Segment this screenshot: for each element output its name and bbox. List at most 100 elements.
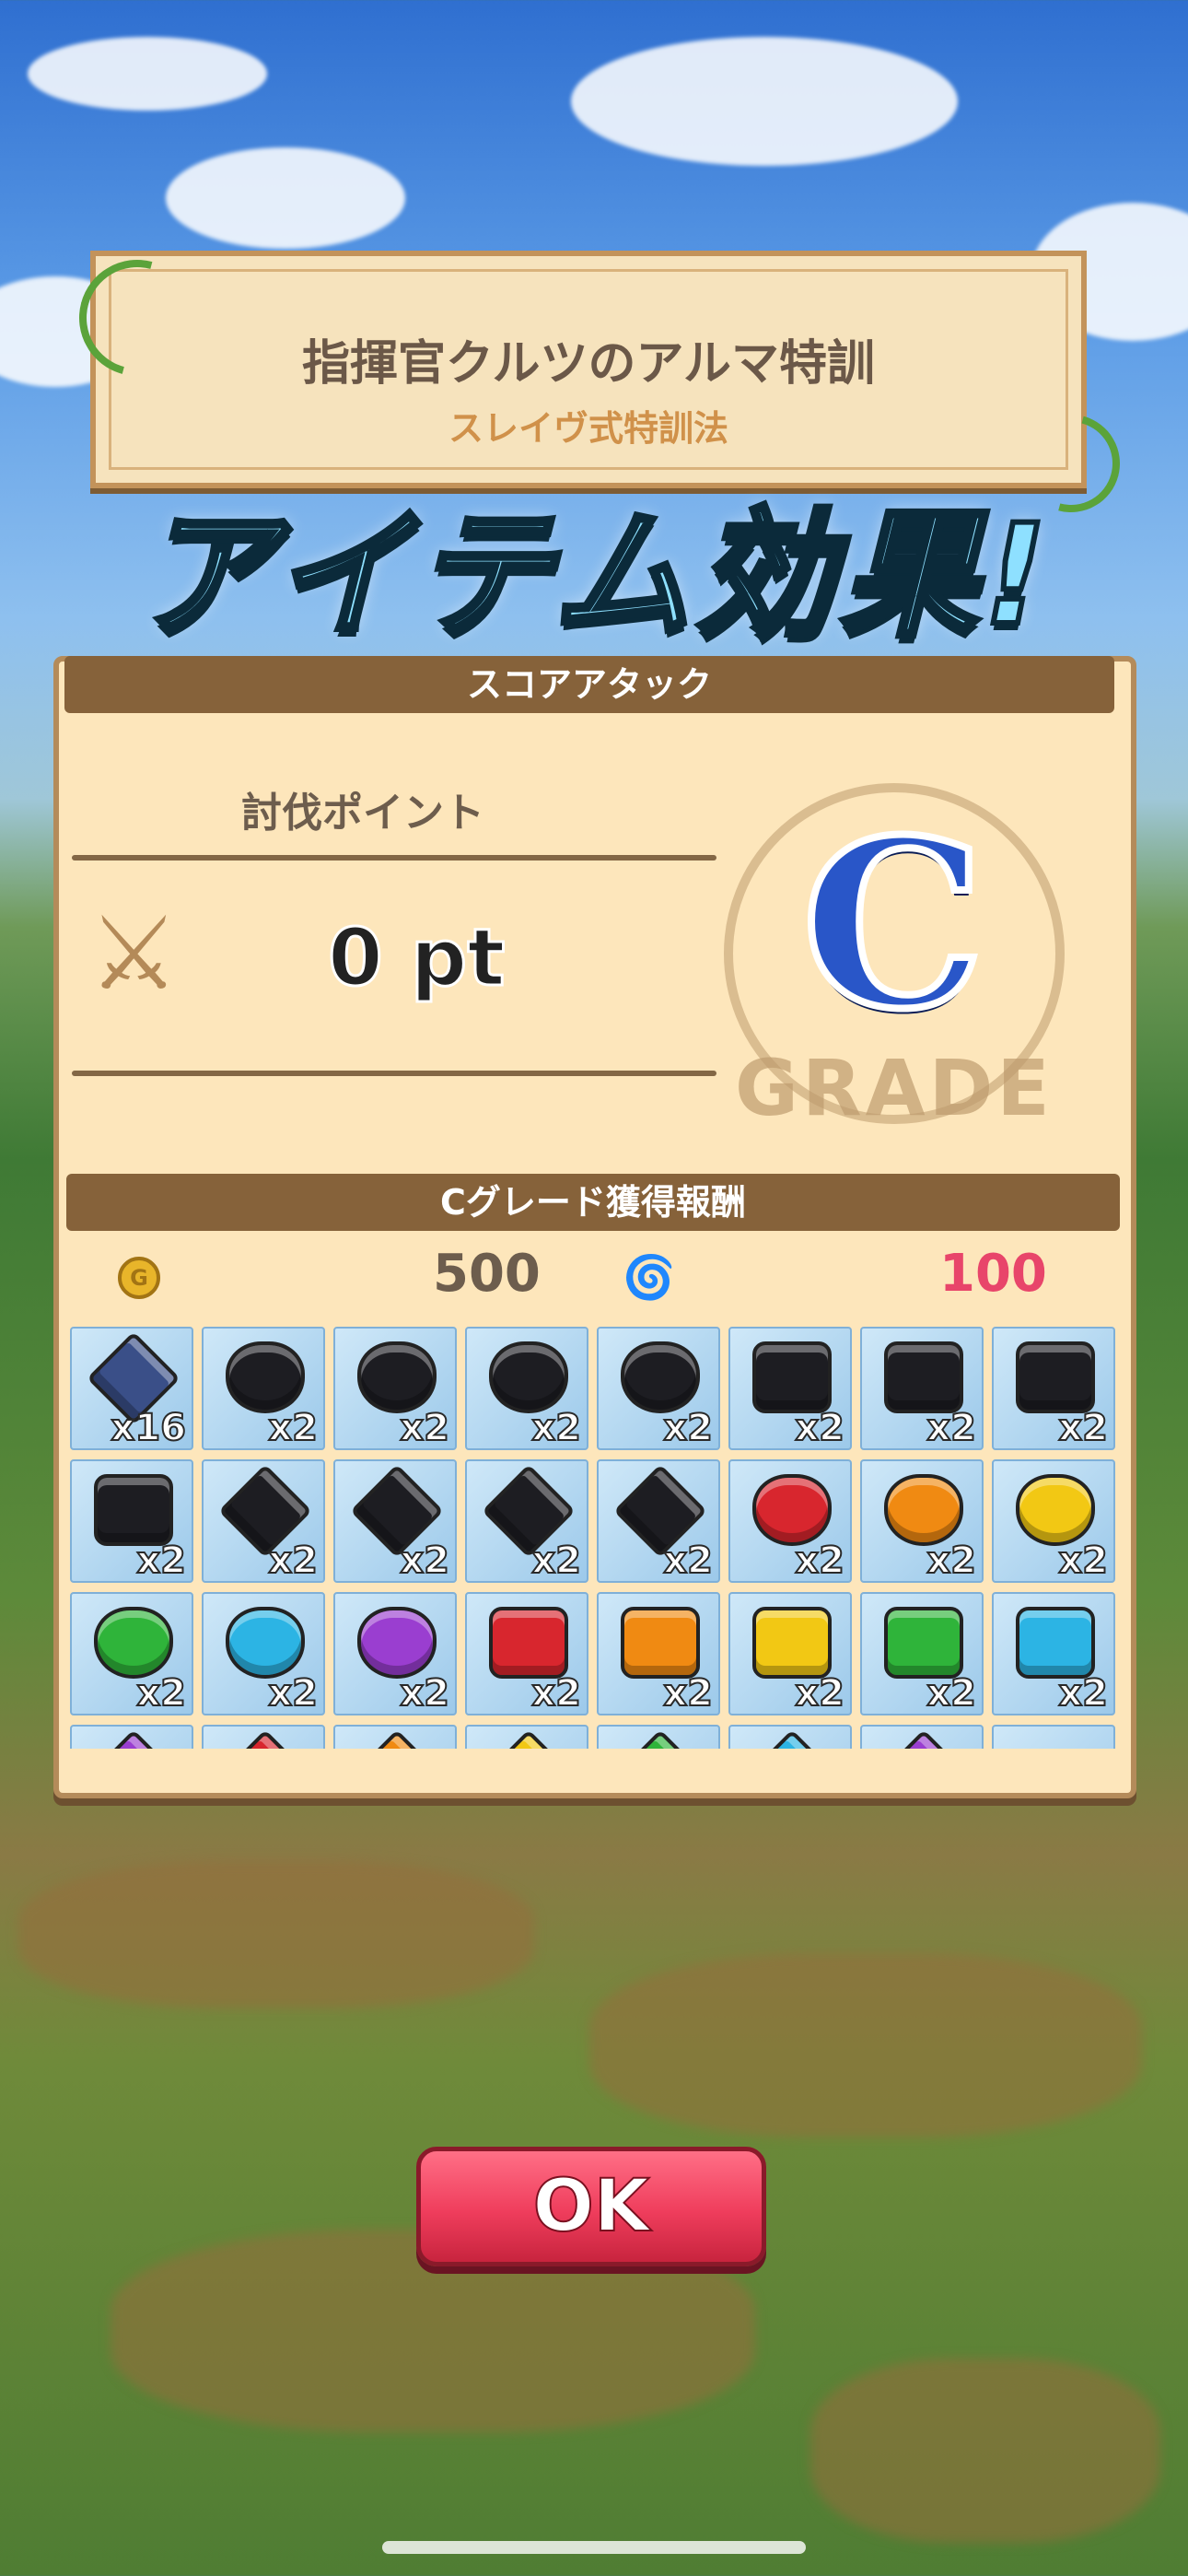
item-quantity: x2 <box>1057 1540 1109 1582</box>
dirt-path <box>18 1861 534 2008</box>
reward-item-cell[interactable]: x2 <box>202 1459 325 1583</box>
pink-crystal-black-gem-icon <box>489 1341 568 1413</box>
item-quantity: x2 <box>399 1407 450 1449</box>
item-quantity: x2 <box>794 1407 845 1449</box>
item-quantity: x2 <box>662 1407 714 1449</box>
item-quantity: x2 <box>267 1672 319 1715</box>
reward-item-cell[interactable]: x2 <box>70 1459 193 1583</box>
item-quantity: x16 <box>111 1407 187 1449</box>
reward-item-cell[interactable]: x16 <box>70 1327 193 1450</box>
reward-item-cell[interactable]: x2 <box>202 1327 325 1450</box>
points-value: 0 pt <box>326 911 506 1006</box>
reward-item-cell[interactable]: x2 <box>70 1592 193 1715</box>
event-title: 指揮官クルツのアルマ特訓 <box>302 336 875 392</box>
reward-item-cell[interactable]: x2 <box>465 1459 588 1583</box>
cyan-hex-gem-icon <box>1016 1607 1095 1679</box>
item-quantity: x2 <box>135 1540 187 1582</box>
green-sword-black-hex-gem-icon <box>884 1341 963 1413</box>
purple-star-gem-icon <box>877 1729 971 1749</box>
reward-item-cell[interactable]: x2 <box>597 1459 720 1583</box>
reward-item-cell[interactable]: x2 <box>597 1327 720 1450</box>
red-hex-gem-icon <box>489 1607 568 1679</box>
reward-item-cell[interactable]: x2 <box>860 1592 984 1715</box>
reward-item-cell[interactable]: x2 <box>728 1459 852 1583</box>
score-attack-header: スコアアタック <box>64 656 1114 713</box>
divider <box>72 855 716 861</box>
reward-item-cell[interactable]: x2 <box>333 1459 457 1583</box>
spiral-currency-icon: 🌀 <box>623 1252 676 1302</box>
item-quantity: x2 <box>794 1540 845 1582</box>
reward-item-cell[interactable]: x2 <box>860 1459 984 1583</box>
home-indicator[interactable] <box>382 2541 806 2554</box>
item-quantity: x2 <box>926 1540 977 1582</box>
item-quantity: x2 <box>530 1672 582 1715</box>
reward-item-cell[interactable] <box>597 1725 720 1749</box>
item-quantity: x2 <box>926 1407 977 1449</box>
orange-round-gem-icon <box>884 1474 963 1546</box>
reward-item-cell[interactable]: x2 <box>992 1327 1115 1450</box>
reward-item-cell[interactable]: x2 <box>992 1592 1115 1715</box>
cloud <box>571 37 958 166</box>
purple-sword-black-hex-gem-icon <box>94 1474 173 1546</box>
reward-item-grid[interactable]: x16 x2 x2 x2 x2 x2 x2 x2 x2 x2 x2 x2 x2 x2 x2 x2 x2 x2 x2 x… <box>70 1327 1120 1749</box>
reward-item-cell[interactable]: x2 <box>992 1459 1115 1583</box>
rewards-header: Cグレード獲得報酬 <box>66 1174 1120 1231</box>
yellow-star-gem-icon <box>482 1729 576 1749</box>
green-hex-gem-icon <box>884 1607 963 1679</box>
orange-star-gem-icon <box>350 1729 444 1749</box>
reward-item-cell[interactable]: x2 <box>202 1592 325 1715</box>
reward-item-cell[interactable] <box>860 1725 984 1749</box>
yellow-round-gem-icon <box>1016 1474 1095 1546</box>
reward-item-cell[interactable]: x2 <box>465 1592 588 1715</box>
reward-item-cell[interactable]: x2 <box>728 1592 852 1715</box>
purple-star-gem-icon <box>87 1729 181 1749</box>
pink-crystal-black-hex-gem-icon <box>1016 1341 1095 1413</box>
item-quantity: x2 <box>794 1672 845 1715</box>
dirt-path <box>589 1953 1142 2137</box>
gold-coin-icon: G <box>118 1257 160 1299</box>
item-quantity: x2 <box>267 1407 319 1449</box>
reward-item-cell[interactable]: x2 <box>333 1592 457 1715</box>
item-quantity: x2 <box>530 1540 582 1582</box>
reward-item-cell[interactable] <box>333 1725 457 1749</box>
purple-sword-black-gem-icon <box>621 1341 700 1413</box>
cyan-round-gem-icon <box>226 1607 305 1679</box>
reward-item-cell[interactable]: x2 <box>465 1327 588 1450</box>
orange-hex-gem-icon <box>621 1607 700 1679</box>
red-sword-black-gem-icon <box>226 1341 305 1413</box>
reward-item-cell[interactable] <box>728 1725 852 1749</box>
reward-item-cell[interactable] <box>70 1725 193 1749</box>
reward-item-cell[interactable] <box>202 1725 325 1749</box>
item-quantity: x2 <box>399 1540 450 1582</box>
item-quantity: x2 <box>662 1672 714 1715</box>
item-quantity: x2 <box>135 1672 187 1715</box>
item-quantity: x2 <box>926 1672 977 1715</box>
red-sword-black-hex-gem-icon <box>752 1341 832 1413</box>
points-label: 討伐ポイント <box>241 790 484 837</box>
ok-button[interactable]: OK <box>416 2147 766 2266</box>
spiral-amount: 100 <box>939 1244 1047 1304</box>
grade-letter: C <box>798 789 989 1060</box>
cloud <box>166 147 405 249</box>
reward-item-cell[interactable] <box>992 1725 1115 1749</box>
cloud <box>28 37 267 111</box>
divider <box>72 1071 716 1076</box>
reward-item-cell[interactable]: x2 <box>860 1327 984 1450</box>
yellow-hex-gem-icon <box>752 1607 832 1679</box>
dirt-path <box>810 2359 1160 2543</box>
purple-round-gem-icon <box>357 1607 437 1679</box>
reward-item-cell[interactable] <box>465 1725 588 1749</box>
crossed-swords-icon: ⚔ <box>88 895 180 1013</box>
red-round-gem-icon <box>752 1474 832 1546</box>
item-quantity: x2 <box>267 1540 319 1582</box>
green-round-gem-icon <box>94 1607 173 1679</box>
title-panel: 指揮官クルツのアルマ特訓 スレイヴ式特訓法 <box>90 251 1087 488</box>
reward-item-cell[interactable]: x2 <box>597 1592 720 1715</box>
red-star-gem-icon <box>218 1729 312 1749</box>
reward-item-cell[interactable]: x2 <box>728 1327 852 1450</box>
green-star-gem-icon <box>613 1729 707 1749</box>
cyan-star-gem-icon <box>745 1729 839 1749</box>
green-sword-black-gem-icon <box>357 1341 437 1413</box>
coin-amount: 500 <box>433 1244 541 1304</box>
reward-item-cell[interactable]: x2 <box>333 1327 457 1450</box>
